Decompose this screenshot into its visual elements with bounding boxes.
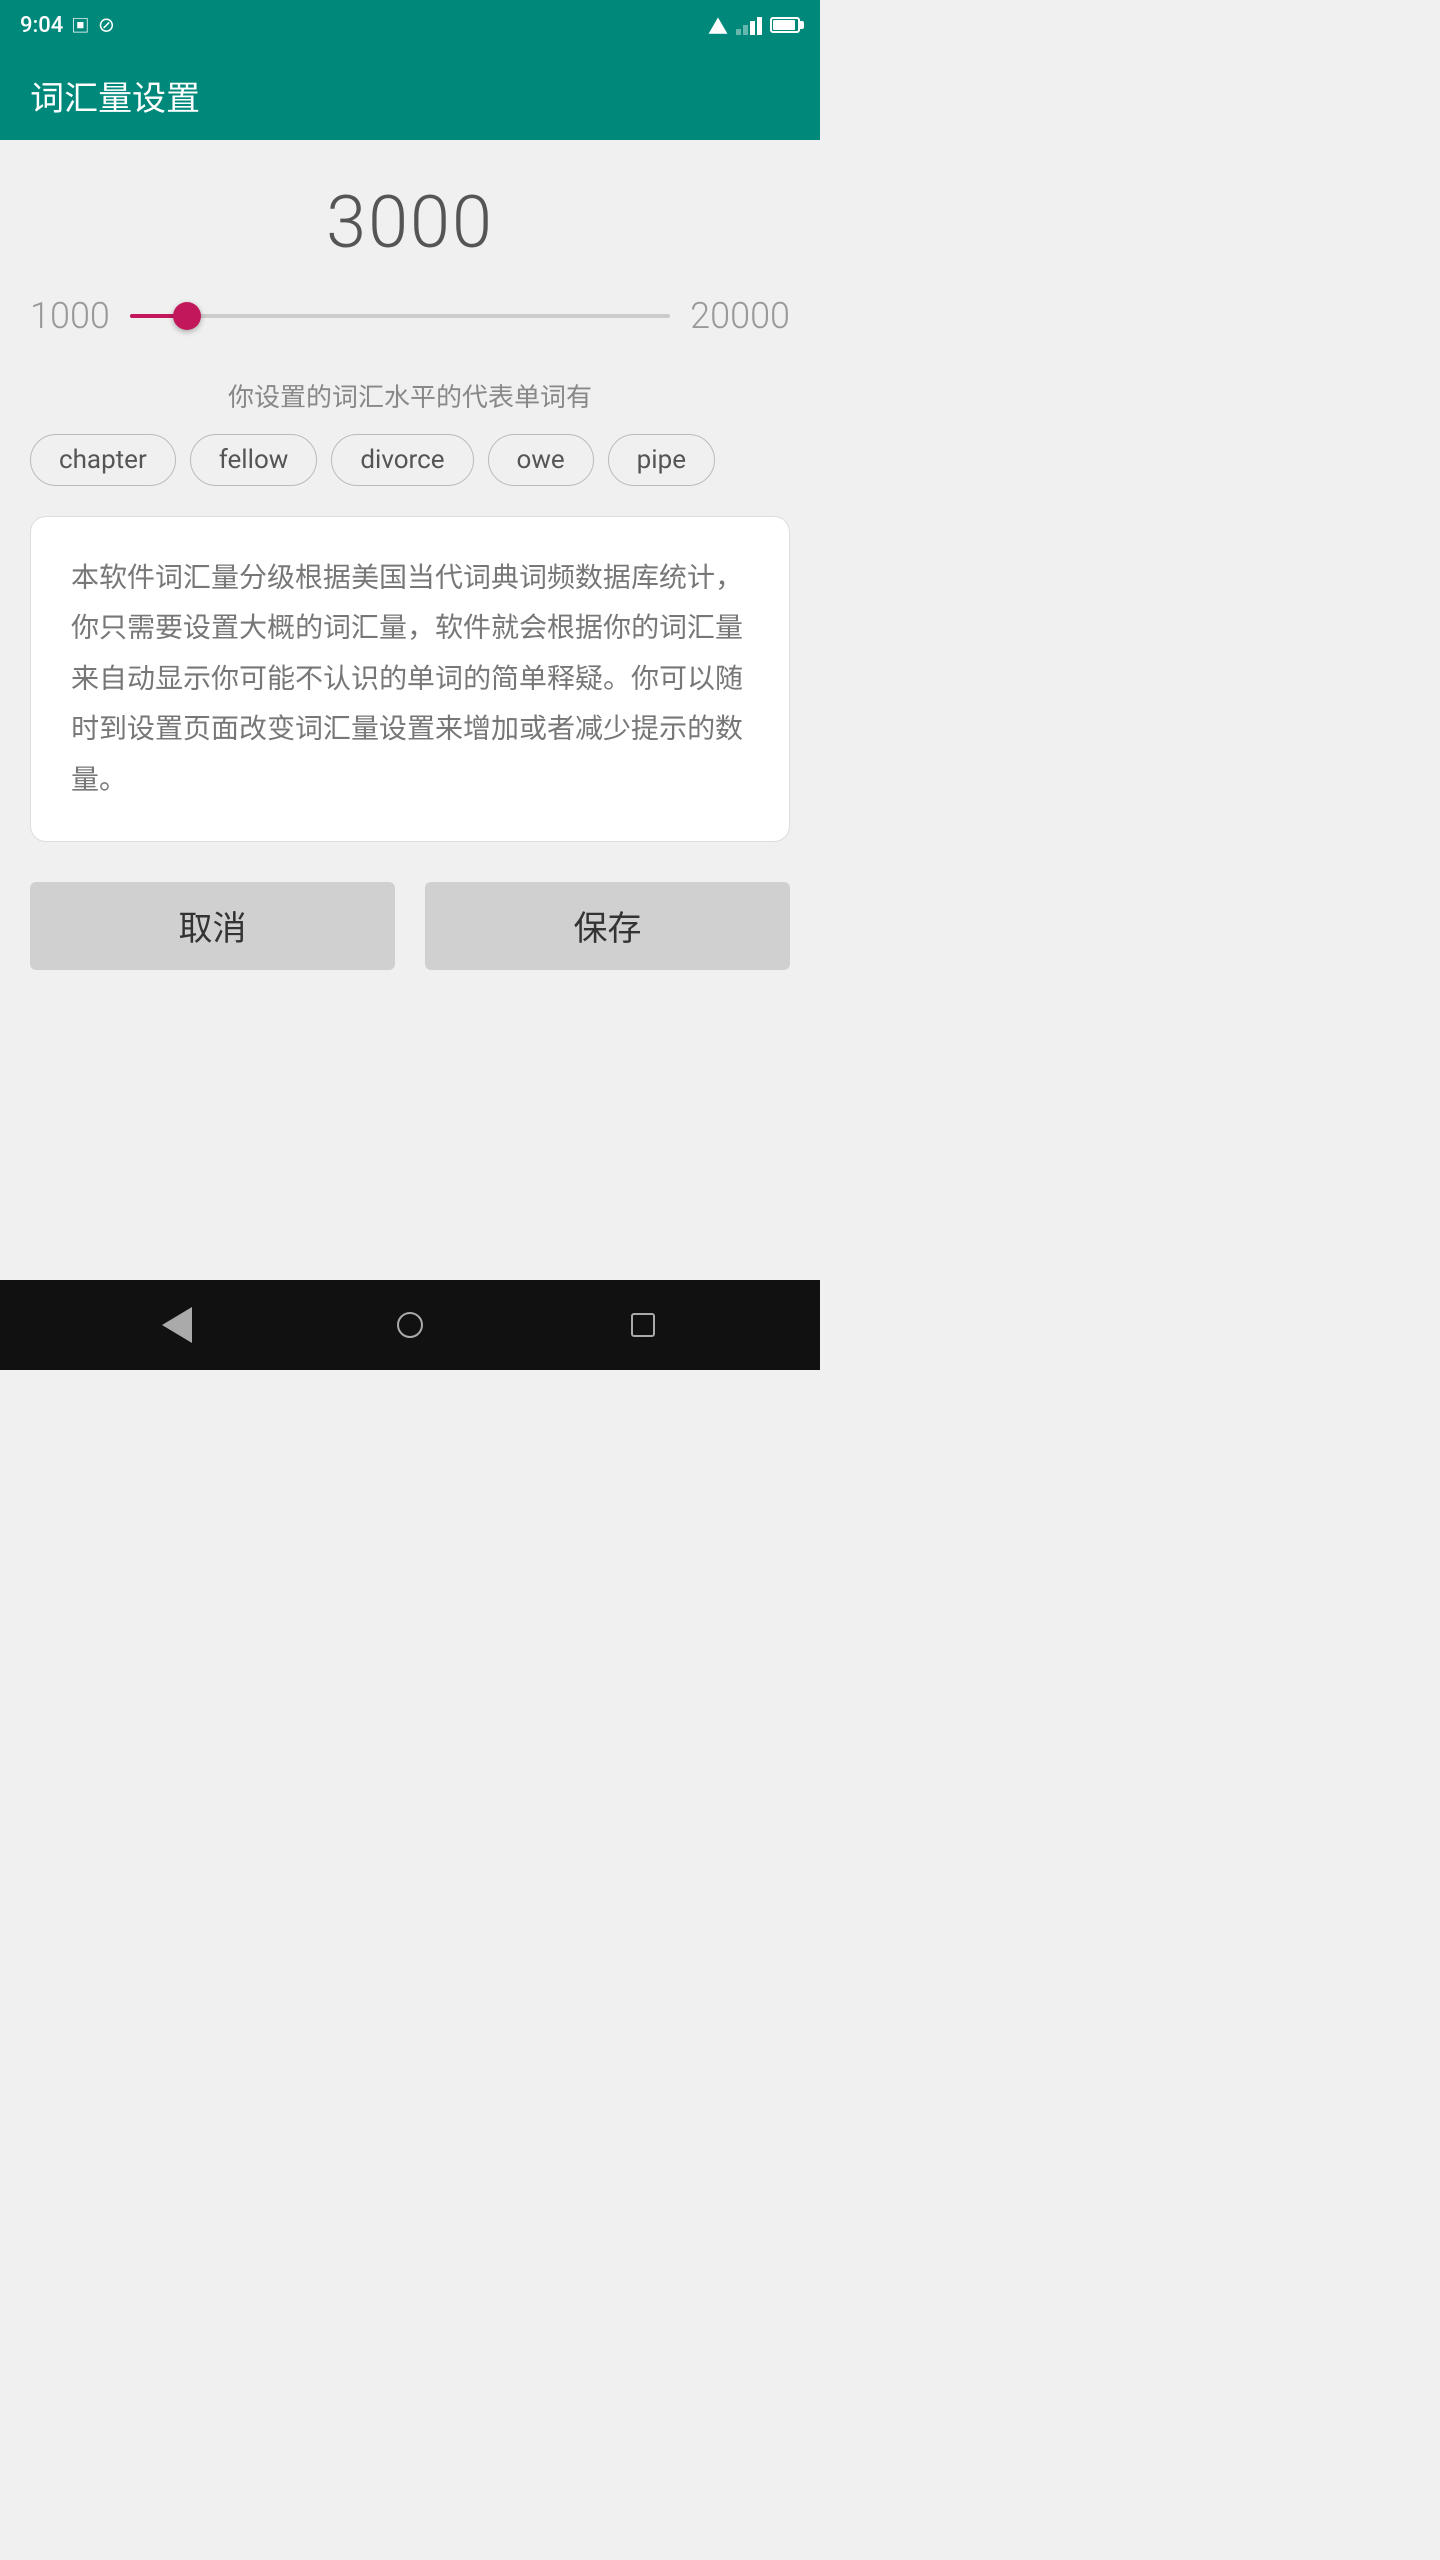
word-tag-owe[interactable]: owe [488,434,594,486]
slider-min-label: 1000 [30,295,110,337]
nav-home-button[interactable] [385,1300,435,1350]
slider-max-label: 20000 [690,295,790,337]
word-tag-chapter[interactable]: chapter [30,434,176,486]
app-bar: 词汇量设置 [0,50,820,140]
wifi-icon: ▲ [708,11,728,40]
dnd-icon: ⊘ [97,12,115,38]
word-tag-pipe[interactable]: pipe [608,434,715,486]
info-box-text: 本软件词汇量分级根据美国当代词典词频数据库统计，你只需要设置大概的词汇量，软件就… [71,553,749,805]
cancel-button[interactable]: 取消 [30,882,395,970]
word-tag-fellow[interactable]: fellow [190,434,318,486]
recent-icon [631,1313,655,1337]
word-tag-divorce[interactable]: divorce [331,434,473,486]
main-content: 3000 1000 20000 你设置的词汇水平的代表单词有 chapter f… [0,140,820,1280]
back-icon [162,1307,192,1343]
status-bar: 9:04 ▣ ⊘ ▲ [0,0,820,50]
vocab-count-display: 3000 [326,180,494,265]
slider-section: 1000 20000 [30,295,790,337]
status-bar-left: 9:04 ▣ ⊘ [20,12,115,38]
slider-wrapper[interactable] [130,306,670,326]
buttons-row: 取消 保存 [30,882,790,970]
nav-recent-button[interactable] [618,1300,668,1350]
status-bar-right: ▲ [708,11,800,40]
battery-icon [770,17,800,33]
bottom-nav [0,1280,820,1370]
sim-icon: ▣ [71,12,89,38]
home-icon [397,1312,423,1338]
info-box: 本软件词汇量分级根据美国当代词典词频数据库统计，你只需要设置大概的词汇量，软件就… [30,516,790,842]
status-time: 9:04 [20,13,63,38]
nav-back-button[interactable] [152,1300,202,1350]
word-tags-container: chapter fellow divorce owe pipe [30,434,790,486]
signal-icon [736,15,762,35]
desc-label: 你设置的词汇水平的代表单词有 [228,377,592,414]
app-bar-title: 词汇量设置 [30,71,200,120]
save-button[interactable]: 保存 [425,882,790,970]
